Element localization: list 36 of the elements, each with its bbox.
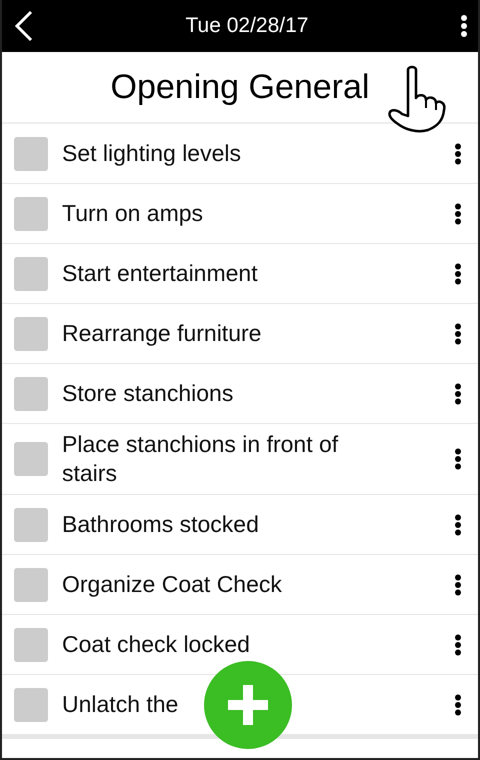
header-date: Tue 02/28/17	[186, 14, 308, 38]
checkbox[interactable]	[14, 688, 48, 722]
more-icon[interactable]	[454, 142, 462, 164]
checkbox[interactable]	[14, 568, 48, 602]
more-icon[interactable]	[454, 694, 462, 716]
task-label: Set lighting levels	[62, 139, 241, 168]
checkbox[interactable]	[14, 256, 48, 290]
task-label: Turn on amps	[62, 199, 204, 228]
checkbox[interactable]	[14, 136, 48, 170]
checkbox[interactable]	[14, 442, 48, 476]
checkbox[interactable]	[14, 508, 48, 542]
task-label: Coat check locked	[62, 630, 250, 659]
task-label: Unlatch the	[62, 690, 178, 719]
checkbox[interactable]	[14, 628, 48, 662]
task-label: Rearrange furniture	[62, 319, 262, 348]
task-label: Organize Coat Check	[62, 570, 282, 599]
task-label: Place stanchions in front of stairs	[62, 430, 340, 488]
checkbox[interactable]	[14, 316, 48, 350]
more-icon[interactable]	[454, 322, 462, 344]
checkbox[interactable]	[14, 376, 48, 410]
list-title: Opening General	[110, 68, 370, 106]
more-icon[interactable]	[454, 202, 462, 224]
pointing-hand-icon	[386, 64, 448, 134]
more-icon[interactable]	[454, 382, 462, 404]
more-icon[interactable]	[454, 574, 462, 596]
more-icon[interactable]	[460, 14, 468, 38]
more-icon[interactable]	[454, 448, 462, 470]
task-label: Store stanchions	[62, 379, 234, 408]
checkbox[interactable]	[14, 196, 48, 230]
more-icon[interactable]	[454, 634, 462, 656]
back-icon[interactable]	[14, 10, 34, 42]
task-label: Bathrooms stocked	[62, 510, 259, 539]
more-icon[interactable]	[454, 514, 462, 536]
plus-icon	[226, 683, 270, 727]
task-label: Start entertainment	[62, 259, 258, 288]
more-icon[interactable]	[454, 262, 462, 284]
